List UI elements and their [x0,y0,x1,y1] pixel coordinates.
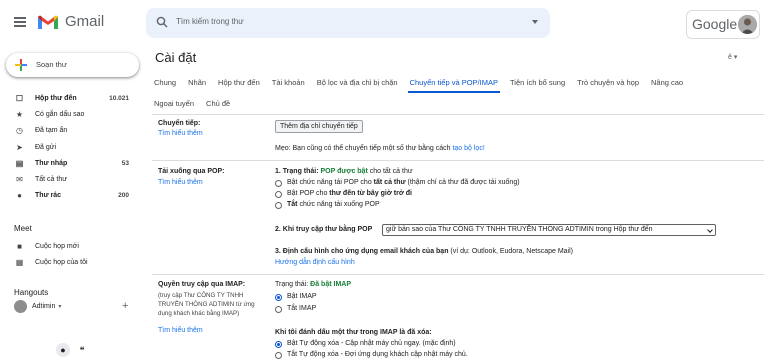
pop-option-disable: Tắt chức năng tải xuống POP [287,201,380,208]
meet-section-title: Meet [14,224,32,233]
sidebar-item-sent[interactable]: ➤ Đã gửi [0,139,142,155]
top-bar: Gmail Tìm kiếm trong thư Google [0,0,768,48]
chevron-down-icon: ▾ [58,304,62,310]
search-options-icon[interactable] [532,20,538,24]
compose-label: Soạn thư [36,60,67,69]
tab-accounts[interactable]: Tài khoản [270,78,307,87]
app-name: Gmail [65,13,105,30]
auto-expunge-on-radio[interactable] [275,341,282,348]
add-forwarding-address-button[interactable]: Thêm địa chỉ chuyển tiếp [275,120,363,133]
divider [152,274,764,275]
pop-status: 1. Trạng thái: POP được bật cho tất cả t… [275,168,413,175]
pop-label: Tải xuống qua POP: [158,168,225,175]
forwarding-tip: Mẹo: Bạn cũng có thể chuyển tiếp một số … [275,145,485,152]
keyboard-icon: ▦ [15,257,24,267]
hangouts-avatar [14,300,27,313]
forwarding-learn-more-link[interactable]: Tìm hiểu thêm [158,130,203,137]
compose-button[interactable]: Soạn thư [6,53,139,77]
send-icon: ➤ [16,142,23,152]
unread-count: 10.021 [109,94,129,102]
pop-access-select[interactable]: giữ bản sao của Thư CÔNG TY TNHH TRUYỀN … [382,224,716,236]
video-icon: ■ [17,241,22,251]
imap-status: Trạng thái: Đã bật IMAP [275,281,351,288]
tab-offline[interactable]: Ngoại tuyến [152,99,196,108]
gmail-logo[interactable]: Gmail [37,13,104,30]
tabs-row-2: Ngoại tuyến Chủ đề [152,93,752,114]
sidebar-item-starred[interactable]: ★ Có gắn dấu sao [0,106,142,122]
search-placeholder: Tìm kiếm trong thư [176,17,244,26]
pop-config-text: 3. Định cấu hình cho ứng dụng email khác… [275,248,573,255]
imap-description: (truy cập Thư CÔNG TY TNHH TRUYỀN THÔNG … [158,292,255,317]
person-icon[interactable]: ● [56,343,70,357]
sidebar-item-drafts[interactable]: ▤ Thư nháp 53 [0,155,142,171]
sidebar-item-inbox[interactable]: ☐ Hộp thư đến 10.021 [0,90,142,106]
google-brand: Google [692,16,738,32]
input-tools-icon[interactable]: ê ▾ [728,53,737,61]
quote-icon[interactable]: ❝ [75,343,89,357]
main-menu-icon[interactable] [14,17,26,27]
pop-access-label: 2. Khi truy cập thư bằng POP [275,226,373,233]
configuration-instructions-link[interactable]: Hướng dẫn định cấu hình [275,259,355,266]
sidebar-item-all-mail[interactable]: ✉ Tất cả thư [0,171,142,187]
inbox-icon: ☐ [15,93,24,103]
forwarding-label: Chuyển tiếp: [158,120,201,127]
sidebar-item-snoozed[interactable]: ◷ Đã tạm ẩn [0,123,142,139]
enable-imap-label: Bật IMAP [287,293,317,300]
sidebar: Soạn thư ☐ Hộp thư đến 10.021 ★ Có gắn d… [0,48,142,358]
gmail-m-icon [38,15,58,29]
account-switcher[interactable]: Google [686,10,760,39]
tab-addons[interactable]: Tiện ích bổ sung [508,78,567,87]
chevron-down-icon [707,227,713,233]
tab-general[interactable]: Chung [152,78,178,87]
folder-list: ☐ Hộp thư đến 10.021 ★ Có gắn dấu sao ◷ … [0,90,142,204]
search-icon[interactable] [156,16,168,28]
tab-labels[interactable]: Nhãn [186,78,208,87]
tab-advanced[interactable]: Nâng cao [649,78,685,87]
pop-option-all: Bật chức năng tải POP cho tất cả thư (th… [287,179,520,186]
divider [152,160,764,161]
hangouts-section-title: Hangouts [14,288,49,297]
star-icon: ★ [15,109,24,119]
imap-delete-title: Khi tôi đánh dấu một thư trong IMAP là đ… [275,329,432,336]
draft-icon: ▤ [15,158,24,168]
clock-icon: ◷ [16,126,23,136]
pop-learn-more-link[interactable]: Tìm hiểu thêm [158,179,203,186]
page-title: Cài đặt [155,50,197,65]
settings-tabs: Chung Nhãn Hộp thư đến Tài khoản Bộ lọc … [152,72,752,114]
auto-expunge-on-label: Bật Tự động xóa - Cập nhật máy chủ ngay.… [287,340,456,347]
tab-forwarding-pop-imap[interactable]: Chuyển tiếp và POP/IMAP [407,78,501,93]
meet-new-meeting[interactable]: ■ Cuộc họp mới [0,238,142,254]
disable-imap-label: Tắt IMAP [287,305,317,312]
pop-option-from-now: Bật POP cho thư đến từ bây giờ trở đi [287,190,412,197]
imap-learn-more-link[interactable]: Tìm hiểu thêm [158,327,203,334]
pop-from-now-radio[interactable] [275,191,282,198]
sidebar-item-spam[interactable]: ● Thư rác 200 [0,188,142,204]
tab-themes[interactable]: Chủ đề [204,99,232,108]
tab-chat-meet[interactable]: Trò chuyện và họp [575,78,641,87]
chat-footer-icons: ● ❝ [56,343,94,357]
all-mail-icon: ✉ [16,175,23,185]
auto-expunge-off-label: Tắt Tự động xóa - Đợi ứng dụng khách cập… [287,351,468,358]
search-bar[interactable]: Tìm kiếm trong thư [146,8,550,38]
draft-count: 53 [121,159,129,167]
enable-imap-radio[interactable] [275,294,282,301]
spam-count: 200 [118,192,129,200]
pop-all-mail-radio[interactable] [275,180,282,187]
tabs-row-1: Chung Nhãn Hộp thư đến Tài khoản Bộ lọc … [152,72,752,93]
tab-filters[interactable]: Bộ lọc và địa chỉ bị chặn [315,78,400,87]
tab-inbox[interactable]: Hộp thư đến [216,78,262,87]
disable-imap-radio[interactable] [275,306,282,313]
meet-my-meetings[interactable]: ▦ Cuộc họp của tôi [0,254,142,270]
pop-disable-radio[interactable] [275,202,282,209]
settings-panel: Cài đặt ê ▾ Chung Nhãn Hộp thư đến Tài k… [142,48,768,359]
imap-label: Quyền truy cập qua IMAP: [158,281,246,288]
add-chat-icon[interactable]: + [122,300,128,312]
avatar[interactable] [738,15,757,34]
spam-icon: ● [17,191,22,201]
meet-list: ■ Cuộc họp mới ▦ Cuộc họp của tôi [0,238,142,270]
divider [152,114,764,115]
compose-plus-icon [15,59,27,71]
hangouts-user[interactable]: Adtimin ▾ [14,300,61,313]
create-filter-link[interactable]: tạo bộ lọc! [452,145,484,152]
